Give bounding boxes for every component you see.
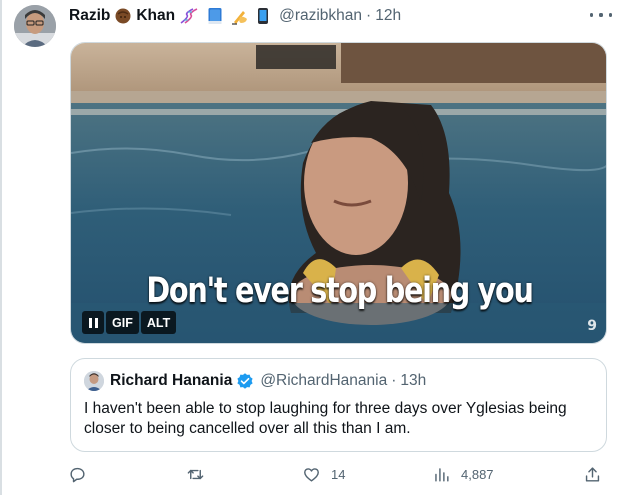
timeline-divider — [0, 0, 2, 495]
views-button[interactable]: 4,887 — [432, 462, 494, 486]
alt-text-button[interactable]: ALT — [140, 311, 177, 334]
tweet-actions-bar: 14 4,887 — [68, 462, 608, 486]
writing-hand-icon — [231, 7, 249, 25]
share-button[interactable] — [583, 462, 602, 486]
quoted-tweet-timestamp: 13h — [400, 372, 427, 389]
like-button[interactable]: 14 — [302, 462, 345, 486]
pause-icon[interactable] — [82, 311, 104, 334]
quoted-author-name: Richard Hanania — [110, 372, 233, 389]
media-controls: GIF ALT — [82, 311, 177, 334]
reply-button[interactable] — [68, 462, 97, 486]
quoted-tweet-text: I haven't been able to stop laughing for… — [84, 400, 567, 437]
gif-media[interactable]: Don't ever stop being you GIF ALT 9 — [70, 42, 607, 344]
verified-badge-icon — [237, 373, 253, 389]
retweet-button[interactable] — [186, 462, 215, 486]
quoted-author-handle: @RichardHanania — [260, 372, 388, 389]
like-count: 14 — [331, 466, 346, 482]
reply-icon — [70, 467, 85, 482]
views-count: 4,887 — [461, 466, 494, 482]
tweet-timestamp[interactable]: 12h — [375, 7, 401, 25]
channel-watermark-logo: 9 — [587, 318, 597, 334]
views-chart-icon — [435, 467, 449, 482]
author-display-name[interactable]: Razib — [69, 7, 110, 25]
book-icon — [207, 7, 223, 25]
author-avatar[interactable] — [14, 5, 56, 47]
retweet-icon — [187, 469, 204, 479]
gif-badge[interactable]: GIF — [106, 311, 139, 334]
tweet-header: Razib Khan @razibkhan · 12h — [69, 4, 401, 28]
dna-icon — [179, 7, 199, 25]
more-options-icon[interactable] — [590, 8, 612, 22]
author-display-name-suffix[interactable]: Khan — [136, 7, 175, 25]
heart-icon — [304, 467, 319, 482]
phone-icon — [257, 7, 269, 25]
quoted-tweet-header: Richard Hanania @RichardHanania · 13h — [110, 371, 426, 391]
separator-dot: · — [366, 7, 372, 24]
author-handle[interactable]: @razibkhan — [279, 7, 362, 25]
coconut-icon — [114, 7, 132, 25]
separator-dot: · — [391, 372, 397, 389]
quoted-tweet[interactable]: Richard Hanania @RichardHanania · 13h I … — [70, 358, 607, 452]
quoted-author-avatar[interactable] — [84, 371, 104, 391]
gif-caption: Don't ever stop being you — [146, 271, 533, 311]
share-icon — [585, 466, 600, 482]
